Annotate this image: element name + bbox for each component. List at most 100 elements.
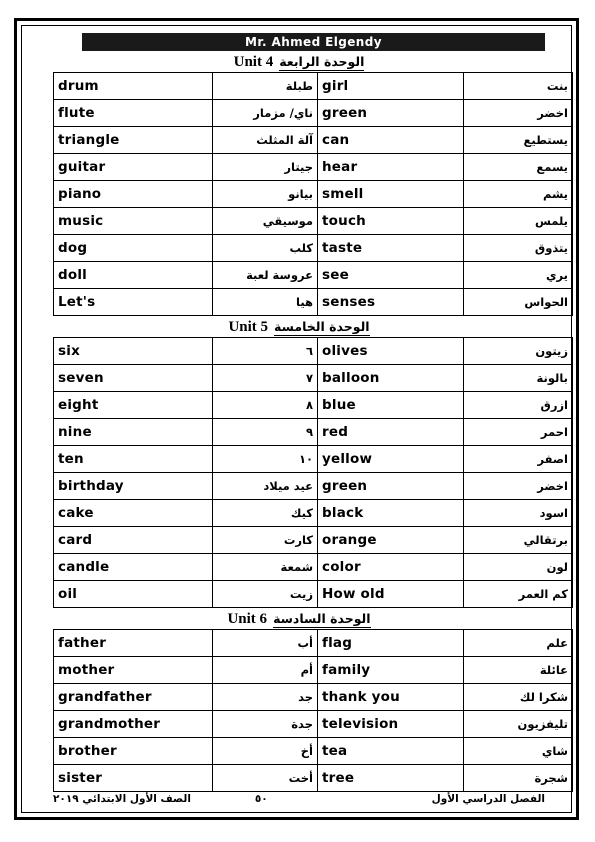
word-arabic-left: ٩	[212, 418, 318, 446]
word-arabic-left: ٦	[212, 337, 318, 365]
word-arabic-right: كم العمر	[463, 580, 573, 608]
word-english-right: color	[317, 553, 464, 581]
table-row: music موسيقي touch يلمس	[53, 207, 573, 235]
word-english-left: nine	[53, 418, 213, 446]
vocabulary-table: father أب flag علم mother أم family عائلة grandf…	[53, 629, 573, 792]
table-row: triangle آلة المثلث can يستطيع	[53, 126, 573, 154]
table-row: sister أخت tree شجرة	[53, 764, 573, 792]
word-arabic-right: يلمس	[463, 207, 573, 235]
word-arabic-right: شاي	[463, 737, 573, 765]
table-row: father أب flag علم	[53, 629, 573, 657]
word-english-left: six	[53, 337, 213, 365]
unit-heading-arabic: الوحدة الرابعة	[279, 54, 365, 71]
word-arabic-left: جد	[212, 683, 318, 711]
vocabulary-sections: الوحدة الرابعة Unit 4 drum طبلة girl بنت flute…	[53, 53, 573, 794]
table-row: drum طبلة girl بنت	[53, 72, 573, 100]
word-english-left: sister	[53, 764, 213, 792]
word-arabic-left: هيا	[212, 288, 318, 316]
word-arabic-left: أم	[212, 656, 318, 684]
unit-heading-english: Unit 4	[233, 54, 274, 73]
word-arabic-left: جيتار	[212, 153, 318, 181]
word-english-right: red	[317, 418, 464, 446]
word-arabic-left: آلة المثلث	[212, 126, 318, 154]
word-english-right: touch	[317, 207, 464, 235]
table-row: candle شمعة color لون	[53, 553, 573, 581]
word-english-left: triangle	[53, 126, 213, 154]
unit-heading-arabic: الوحدة السادسة	[273, 611, 371, 628]
word-arabic-right: زيتون	[463, 337, 573, 365]
word-english-right: see	[317, 261, 464, 289]
word-arabic-right: اخضر	[463, 99, 573, 127]
word-english-left: eight	[53, 391, 213, 419]
word-english-right: television	[317, 710, 464, 738]
vocabulary-table: drum طبلة girl بنت flute ناي/ مزمار green اخضر t…	[53, 72, 573, 316]
word-arabic-right: بنت	[463, 72, 573, 100]
word-arabic-right: احمر	[463, 418, 573, 446]
word-english-left: drum	[53, 72, 213, 100]
word-arabic-right: تليفزيون	[463, 710, 573, 738]
unit-heading-english: Unit 6	[227, 611, 268, 630]
word-english-left: guitar	[53, 153, 213, 181]
teacher-name-banner: Mr. Ahmed Elgendy	[82, 33, 545, 51]
table-row: Let's هيا senses الحواس	[53, 288, 573, 316]
word-arabic-right: شجرة	[463, 764, 573, 792]
table-row: nine ٩ red احمر	[53, 418, 573, 446]
word-english-right: black	[317, 499, 464, 527]
word-english-left: ten	[53, 445, 213, 473]
word-arabic-right: اخضر	[463, 472, 573, 500]
unit-heading: الوحدة الخامسة Unit 5	[53, 318, 545, 338]
table-row: guitar جيتار hear يسمع	[53, 153, 573, 181]
word-english-right: taste	[317, 234, 464, 262]
table-row: birthday عيد ميلاد green اخضر	[53, 472, 573, 500]
word-arabic-right: برتقالي	[463, 526, 573, 554]
table-row: doll عروسة لعبة see يري	[53, 261, 573, 289]
vocabulary-table: six ٦ olives زيتون seven ٧ balloon بالونة eight ٨…	[53, 337, 573, 608]
word-english-right: senses	[317, 288, 464, 316]
word-english-right: olives	[317, 337, 464, 365]
word-english-left: cake	[53, 499, 213, 527]
word-arabic-left: موسيقي	[212, 207, 318, 235]
word-english-left: piano	[53, 180, 213, 208]
word-arabic-right: الحواس	[463, 288, 573, 316]
table-row: mother أم family عائلة	[53, 656, 573, 684]
word-english-right: green	[317, 99, 464, 127]
word-english-left: card	[53, 526, 213, 554]
word-english-left: doll	[53, 261, 213, 289]
word-english-left: seven	[53, 364, 213, 392]
table-row: six ٦ olives زيتون	[53, 337, 573, 365]
word-arabic-right: يشم	[463, 180, 573, 208]
footer-page-number: ٥٠	[254, 793, 268, 805]
word-english-left: Let's	[53, 288, 213, 316]
table-row: dog كلب taste يتذوق	[53, 234, 573, 262]
word-english-right: smell	[317, 180, 464, 208]
word-arabic-left: ١٠	[212, 445, 318, 473]
word-english-left: father	[53, 629, 213, 657]
unit-heading-arabic: الوحدة الخامسة	[274, 319, 370, 336]
table-row: cake كيك black اسود	[53, 499, 573, 527]
word-arabic-right: عائلة	[463, 656, 573, 684]
word-english-left: dog	[53, 234, 213, 262]
word-arabic-left: طبلة	[212, 72, 318, 100]
word-english-left: grandfather	[53, 683, 213, 711]
word-english-right: yellow	[317, 445, 464, 473]
unit-heading-english: Unit 5	[228, 319, 269, 338]
table-row: piano بيانو smell يشم	[53, 180, 573, 208]
table-row: oil زيت How old كم العمر	[53, 580, 573, 608]
word-arabic-right: اسود	[463, 499, 573, 527]
table-row: grandmother جدة television تليفزيون	[53, 710, 573, 738]
word-arabic-left: شمعة	[212, 553, 318, 581]
word-english-right: family	[317, 656, 464, 684]
unit-heading: الوحدة الرابعة Unit 4	[53, 53, 545, 73]
word-arabic-left: أب	[212, 629, 318, 657]
table-row: seven ٧ balloon بالونة	[53, 364, 573, 392]
worksheet-page: Mr. Ahmed Elgendy الوحدة الرابعةUnit 4 dr…	[0, 0, 595, 842]
word-arabic-right: علم	[463, 629, 573, 657]
word-arabic-left: كارت	[212, 526, 318, 554]
word-arabic-right: يستطيع	[463, 126, 573, 154]
word-english-right: How old	[317, 580, 464, 608]
table-row: card كارت orange برتقالي	[53, 526, 573, 554]
page-footer: الصف الأول الابتدائي ٢٠١٩ ٥٠ الفصل الدرا…	[53, 793, 545, 805]
word-english-left: grandmother	[53, 710, 213, 738]
word-arabic-left: بيانو	[212, 180, 318, 208]
word-english-right: flag	[317, 629, 464, 657]
